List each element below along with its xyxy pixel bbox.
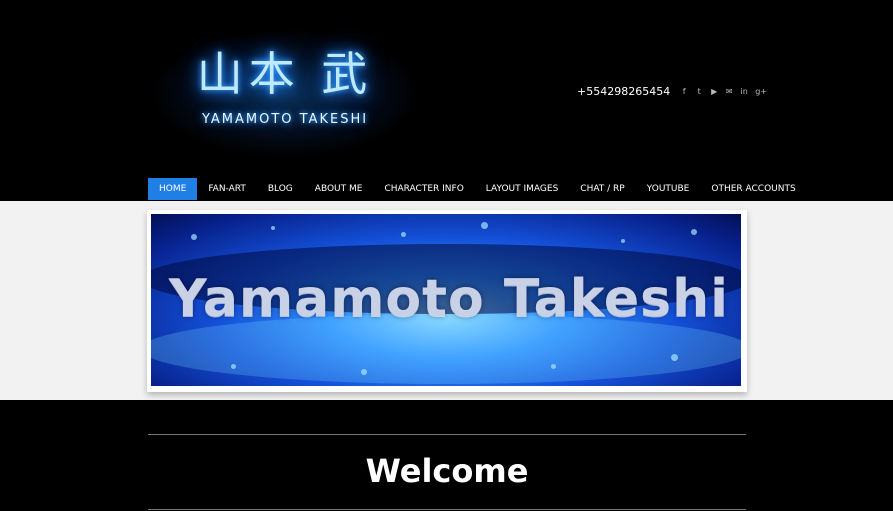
banner-title: Yamamoto Takeshi [169,269,729,329]
email-icon[interactable]: ✉ [725,87,733,96]
nav-chat-rp[interactable]: CHAT / RP [569,178,635,200]
banner-frame: Yamamoto Takeshi [147,210,747,392]
site-logo[interactable]: 山本 武 YAMAMOTO TAKESHI [150,28,420,158]
nav-layout-images[interactable]: LAYOUT IMAGES [475,178,570,200]
nav-other-accounts[interactable]: OTHER ACCOUNTS [700,178,806,200]
nav-fan-art[interactable]: FAN-ART [197,178,257,200]
banner-section: Yamamoto Takeshi [0,201,893,400]
nav-blog[interactable]: BLOG [257,178,304,200]
nav-about-me[interactable]: ABOUT ME [304,178,374,200]
youtube-icon[interactable]: ▶ [710,87,718,96]
twitter-icon[interactable]: t [695,87,703,96]
logo-latin: YAMAMOTO TAKESHI [201,112,369,127]
contact-bar: +554298265454 f t ▶ ✉ in g+ [577,83,767,99]
phone-number: +554298265454 [577,84,671,98]
facebook-icon[interactable]: f [680,87,688,96]
linkedin-icon[interactable]: in [740,87,748,96]
logo-kanji: 山本 武 [196,47,374,101]
divider [148,434,746,435]
googleplus-icon[interactable]: g+ [755,87,767,96]
nav-character-info[interactable]: CHARACTER INFO [373,178,474,200]
welcome-heading: Welcome [365,452,529,490]
divider [148,509,746,510]
nav-youtube[interactable]: YOUTUBE [636,178,701,200]
banner-image: Yamamoto Takeshi [151,214,741,386]
main-nav: HOME FAN-ART BLOG ABOUT ME CHARACTER INF… [148,178,807,200]
social-links: f t ▶ ✉ in g+ [680,87,767,96]
site-header: 山本 武 YAMAMOTO TAKESHI +554298265454 f t … [0,0,893,178]
nav-home[interactable]: HOME [148,178,198,200]
